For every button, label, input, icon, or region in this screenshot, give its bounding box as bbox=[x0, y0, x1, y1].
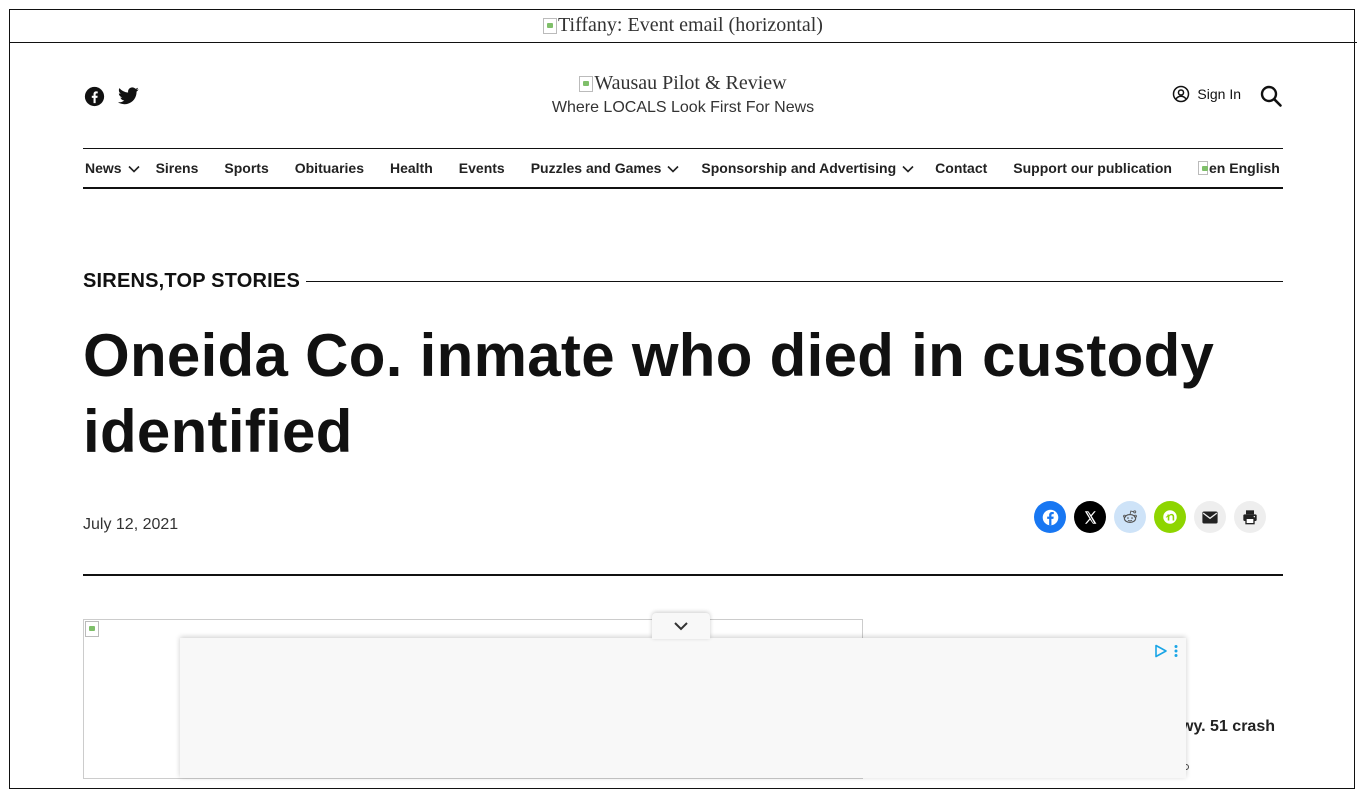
share-facebook-button[interactable] bbox=[1034, 501, 1066, 533]
email-icon bbox=[1202, 511, 1218, 523]
sidebar-headline[interactable]: wy. 51 crash bbox=[1181, 718, 1275, 736]
nav-item-puzzles-and-games[interactable]: Puzzles and Games bbox=[531, 160, 680, 176]
nextdoor-icon bbox=[1163, 510, 1177, 524]
nav-item-label: News bbox=[85, 160, 122, 176]
search-icon[interactable] bbox=[1259, 84, 1283, 113]
top-banner-image[interactable]: Tiffany: Event email (horizontal) bbox=[543, 14, 823, 37]
article-category: SIRENS,TOP STORIES bbox=[83, 268, 1283, 294]
nav-item-sponsorship-and-advertising[interactable]: Sponsorship and Advertising bbox=[701, 160, 914, 176]
nav-item-label: Sponsorship and Advertising bbox=[701, 160, 897, 176]
broken-image-icon bbox=[543, 17, 558, 34]
reddit-icon bbox=[1123, 510, 1137, 523]
share-nextdoor-button[interactable] bbox=[1154, 501, 1186, 533]
nav-item-contact[interactable]: Contact bbox=[935, 160, 987, 176]
chevron-down-icon bbox=[667, 165, 679, 173]
top-banner-ad[interactable]: Tiffany: Event email (horizontal) bbox=[9, 9, 1357, 43]
nav-item-label: Puzzles and Games bbox=[530, 160, 662, 176]
sign-in-label: Sign In bbox=[1197, 86, 1241, 102]
adchoices-icon[interactable] bbox=[1154, 644, 1178, 658]
nav-item-support-our-publication[interactable]: Support our publication bbox=[1013, 160, 1172, 176]
language-flag-icon bbox=[1197, 161, 1208, 175]
x-icon bbox=[1084, 510, 1096, 524]
category-link[interactable]: SIRENS,TOP STORIES bbox=[83, 270, 300, 293]
sign-in-link[interactable]: Sign In bbox=[1172, 85, 1241, 103]
nav-item-obituaries[interactable]: Obituaries bbox=[295, 160, 364, 176]
language-flag-alt: en bbox=[1208, 160, 1226, 176]
facebook-icon bbox=[1042, 509, 1058, 525]
nav-item-news[interactable]: News bbox=[85, 160, 140, 176]
language-label: English bbox=[1229, 160, 1280, 176]
chevron-down-icon bbox=[128, 165, 140, 173]
more-options-icon bbox=[1174, 645, 1178, 657]
nav-item-sirens[interactable]: Sirens bbox=[156, 160, 199, 176]
language-switcher[interactable]: en English bbox=[1197, 160, 1280, 176]
share-buttons bbox=[1034, 501, 1266, 533]
share-reddit-button[interactable] bbox=[1114, 501, 1146, 533]
share-print-button[interactable] bbox=[1234, 501, 1266, 533]
nav-item-label: Events bbox=[458, 160, 505, 176]
share-x-button[interactable] bbox=[1074, 501, 1106, 533]
print-icon bbox=[1243, 510, 1257, 525]
user-icon bbox=[1173, 85, 1190, 103]
chevron-down-icon bbox=[902, 165, 914, 173]
nav-item-label: Sirens bbox=[155, 160, 199, 176]
nav-item-events[interactable]: Events bbox=[459, 160, 505, 176]
top-banner-alt-text: Tiffany: Event email (horizontal) bbox=[558, 14, 823, 36]
nav-item-label: Obituaries bbox=[294, 160, 364, 176]
article-divider bbox=[83, 574, 1283, 576]
chevron-down-icon bbox=[674, 622, 688, 631]
play-triangle-icon bbox=[1155, 644, 1167, 658]
article-date: July 12, 2021 bbox=[83, 516, 179, 533]
broken-image-icon bbox=[85, 621, 99, 637]
share-email-button[interactable] bbox=[1194, 501, 1226, 533]
category-rule bbox=[306, 280, 1283, 282]
ad-collapse-button[interactable] bbox=[652, 613, 710, 639]
sticky-ad-overlay[interactable] bbox=[180, 638, 1186, 778]
nav-item-label: Health bbox=[389, 160, 433, 176]
nav-item-label: Sports bbox=[224, 160, 269, 176]
site-logo[interactable]: Wausau Pilot & Review bbox=[579, 72, 787, 95]
nav-item-sports[interactable]: Sports bbox=[224, 160, 268, 176]
main-nav: News Sirens Sports Obituaries Health Eve… bbox=[83, 148, 1283, 189]
brand: Wausau Pilot & Review Where LOCALS Look … bbox=[83, 72, 1283, 117]
nav-item-label: Contact bbox=[935, 160, 988, 176]
nav-item-label: Support our publication bbox=[1013, 160, 1172, 176]
site-logo-alt-text: Wausau Pilot & Review bbox=[594, 72, 787, 94]
nav-item-health[interactable]: Health bbox=[390, 160, 433, 176]
site-header: Wausau Pilot & Review Where LOCALS Look … bbox=[83, 44, 1283, 148]
site-tagline: Where LOCALS Look First For News bbox=[551, 98, 815, 116]
article-headline: Oneida Co. inmate who died in custody id… bbox=[83, 322, 1215, 465]
broken-image-icon bbox=[579, 75, 594, 92]
